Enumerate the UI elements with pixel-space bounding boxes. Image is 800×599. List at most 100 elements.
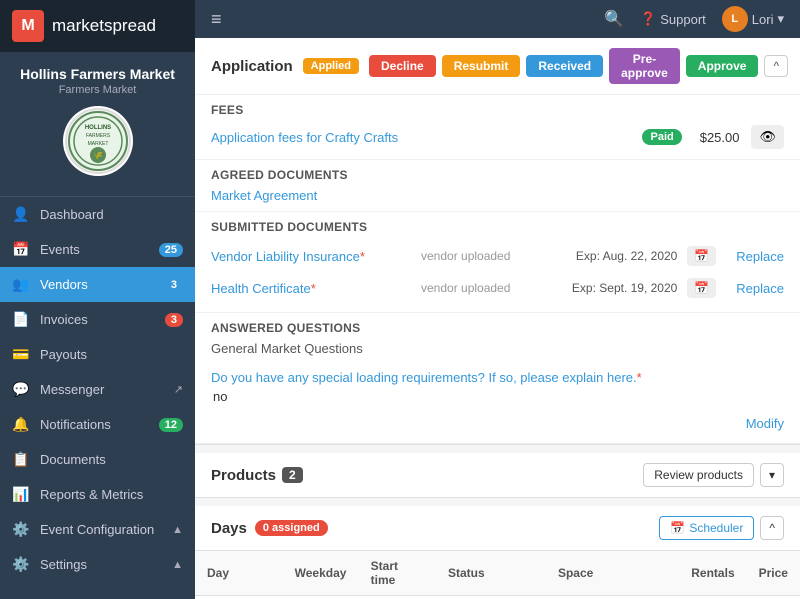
replace-link[interactable]: Replace [736,281,784,296]
logo-letter: M [21,17,34,35]
days-table: Day Weekday Start time Status Space Rent… [195,551,800,599]
review-products-button[interactable]: Review products [643,463,754,487]
sidebar-logo: M marketspread [0,0,195,52]
sidebar-item-label: Reports & Metrics [40,487,183,502]
sidebar-item-event-config[interactable]: ⚙️ Event Configuration ▲ [0,512,195,547]
settings-icon: ⚙️ [12,556,30,573]
required-star: * [637,370,642,385]
user-avatar: L [722,6,748,32]
answered-questions-section: Answered Questions General Market Questi… [195,313,800,444]
agreement-link[interactable]: Market Agreement [211,188,317,203]
fees-link[interactable]: Application fees for Crafty Crafts [211,130,398,145]
cell-status[interactable]: Pending Approved Declined [436,596,546,599]
required-star: * [360,249,365,264]
fees-section: Fees Application fees for Crafty Crafts … [195,95,800,160]
modify-link[interactable]: Modify [746,416,784,431]
search-icon[interactable]: 🔍 [604,9,624,29]
chevron-down-icon: ▾ [777,11,784,27]
submitted-docs-section: Submitted Documents Vendor Liability Ins… [195,212,800,313]
sidebar-item-label: Documents [40,452,183,467]
user-menu[interactable]: L Lori ▾ [722,6,784,32]
received-button[interactable]: Received [526,55,603,77]
messenger-icon: 💬 [12,381,30,398]
question-link: Do you have any special loading requirem… [211,370,637,385]
doc-expiry: Exp: Sept. 19, 2020 [572,281,677,295]
cell-rentals [679,596,746,599]
sidebar-item-messenger[interactable]: 💬 Messenger ↗ [0,372,195,407]
chevron-up-icon: ▲ [172,524,183,536]
vendors-badge: 3 [165,278,183,292]
sidebar-item-label: Dashboard [40,207,183,222]
sidebar-item-label: Messenger [40,382,164,397]
vendors-icon: 👥 [12,276,30,293]
notifications-icon: 🔔 [12,416,30,433]
sidebar-item-dashboard[interactable]: 👤 Dashboard [0,197,195,232]
question-block: Do you have any special loading requirem… [211,362,784,412]
sidebar-item-label: Event Configuration [40,522,162,537]
scheduler-button[interactable]: 📅 Scheduler [659,516,754,540]
sidebar-item-notifications[interactable]: 🔔 Notifications 12 [0,407,195,442]
svg-text:MARKET: MARKET [87,141,108,147]
hamburger-icon[interactable]: ≡ [211,9,222,30]
sidebar-item-label: Events [40,242,149,257]
sidebar-item-settings[interactable]: ⚙️ Settings ▲ [0,547,195,582]
col-price: Price [747,551,800,596]
support-label: Support [660,12,706,27]
doc-upload-type: vendor uploaded [421,281,510,295]
cell-space: Pending assignment [546,596,679,599]
submitted-docs-title: Submitted Documents [211,220,784,234]
doc-upload-type: vendor uploaded [421,249,510,263]
days-collapse-button[interactable]: ^ [760,516,784,540]
support-link[interactable]: ❓ Support [640,11,706,27]
application-actions: Decline Resubmit Received Pre-approve Ap… [369,48,788,84]
user-name: Lori [752,12,774,27]
sidebar-item-label: Payouts [40,347,183,362]
days-section: Days 0 assigned 📅 Scheduler ^ [195,506,800,551]
calendar-button[interactable]: 📅 [687,246,716,266]
products-actions: Review products ▾ [643,463,784,487]
assigned-badge: 0 assigned [255,520,328,536]
cell-start-time: 9 a.m. EDT [359,596,436,599]
table-row: April 18, 2020 Saturday 9 a.m. EDT Pendi… [195,596,800,599]
dashboard-icon: 👤 [12,206,30,223]
content-area: Application Applied Decline Resubmit Rec… [195,38,800,599]
event-config-icon: ⚙️ [12,521,30,538]
market-logo-inner: HOLLINS FARMERS MARKET 🌾 [65,108,131,174]
view-fees-button[interactable]: 👁 [751,125,784,149]
preapprove-button[interactable]: Pre-approve [609,48,680,84]
health-cert-link[interactable]: Health Certificate* [211,281,391,296]
col-weekday: Weekday [283,551,359,596]
external-link-icon: ↗ [174,383,183,396]
sidebar-item-events[interactable]: 📅 Events 25 [0,232,195,267]
market-type: Farmers Market [12,84,183,96]
decline-button[interactable]: Decline [369,55,436,77]
chevron-up-icon: ▲ [172,559,183,571]
col-status: Status [436,551,546,596]
sidebar-item-label: Invoices [40,312,155,327]
market-info: Hollins Farmers Market Farmers Market HO… [0,52,195,197]
replace-link[interactable]: Replace [736,249,784,264]
col-start-time: Start time [359,551,436,596]
sidebar-item-vendors[interactable]: 👥 Vendors 3 [0,267,195,302]
products-count-badge: 2 [282,467,303,483]
products-collapse-button[interactable]: ▾ [760,463,784,487]
fees-title: Fees [211,103,784,117]
sidebar-item-reports[interactable]: 📊 Reports & Metrics [0,477,195,512]
market-name: Hollins Farmers Market [12,66,183,82]
collapse-button[interactable]: ^ [764,55,788,77]
scheduler-label: Scheduler [689,521,743,535]
approve-button[interactable]: Approve [686,55,759,77]
agreed-docs-title: Agreed Documents [211,168,784,182]
documents-icon: 📋 [12,451,30,468]
resubmit-button[interactable]: Resubmit [442,55,521,77]
vendor-liability-link[interactable]: Vendor Liability Insurance* [211,249,391,264]
sidebar-item-documents[interactable]: 📋 Documents [0,442,195,477]
calendar-button[interactable]: 📅 [687,278,716,298]
applied-badge: Applied [303,58,359,74]
modify-row: Modify [211,412,784,435]
days-actions: 📅 Scheduler ^ [659,516,784,540]
sidebar-item-payouts[interactable]: 💳 Payouts [0,337,195,372]
doc-expiry: Exp: Aug. 22, 2020 [576,249,677,263]
sidebar-item-invoices[interactable]: 📄 Invoices 3 [0,302,195,337]
question-group: General Market Questions [211,341,784,356]
